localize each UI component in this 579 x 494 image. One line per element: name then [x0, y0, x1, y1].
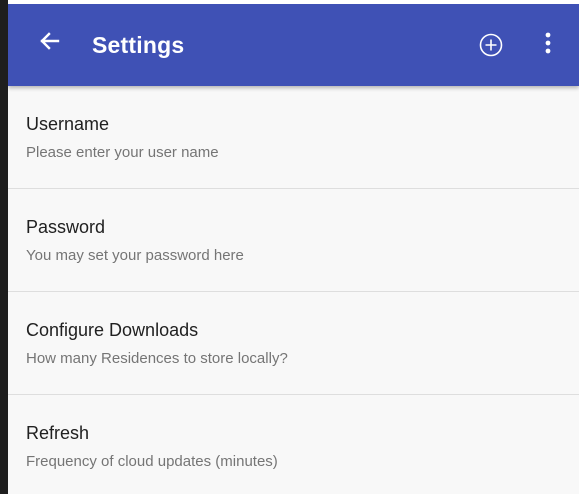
settings-list: Username Please enter your user name Pas… [8, 86, 579, 494]
settings-screen: Settings Username Please enter your user… [8, 0, 579, 494]
setting-summary: How many Residences to store locally? [26, 350, 288, 367]
setting-title: Password [26, 217, 106, 237]
setting-title: Configure Downloads [26, 320, 199, 340]
setting-password[interactable]: Password You may set your password here [8, 189, 579, 292]
setting-username[interactable]: Username Please enter your user name [8, 86, 579, 189]
setting-title: Refresh [26, 423, 90, 443]
setting-title: Username [26, 114, 110, 134]
status-strip [8, 0, 579, 4]
setting-summary: Frequency of cloud updates (minutes) [26, 453, 278, 470]
add-circle-icon [478, 33, 504, 62]
setting-refresh[interactable]: Refresh Frequency of cloud updates (minu… [8, 395, 579, 494]
page-title: Settings [92, 32, 185, 58]
more-vert-icon [545, 32, 551, 59]
app-window: Settings Username Please enter your user… [0, 0, 579, 494]
add-button[interactable] [478, 32, 504, 58]
setting-summary: Please enter your user name [26, 144, 219, 161]
setting-summary: You may set your password here [26, 247, 244, 264]
back-button[interactable] [36, 30, 62, 56]
overflow-menu-button[interactable] [542, 32, 554, 58]
arrow-left-icon [38, 30, 60, 57]
setting-configure-downloads[interactable]: Configure Downloads How many Residences … [8, 292, 579, 395]
app-bar: Settings [8, 0, 579, 86]
window-edge [0, 0, 8, 494]
